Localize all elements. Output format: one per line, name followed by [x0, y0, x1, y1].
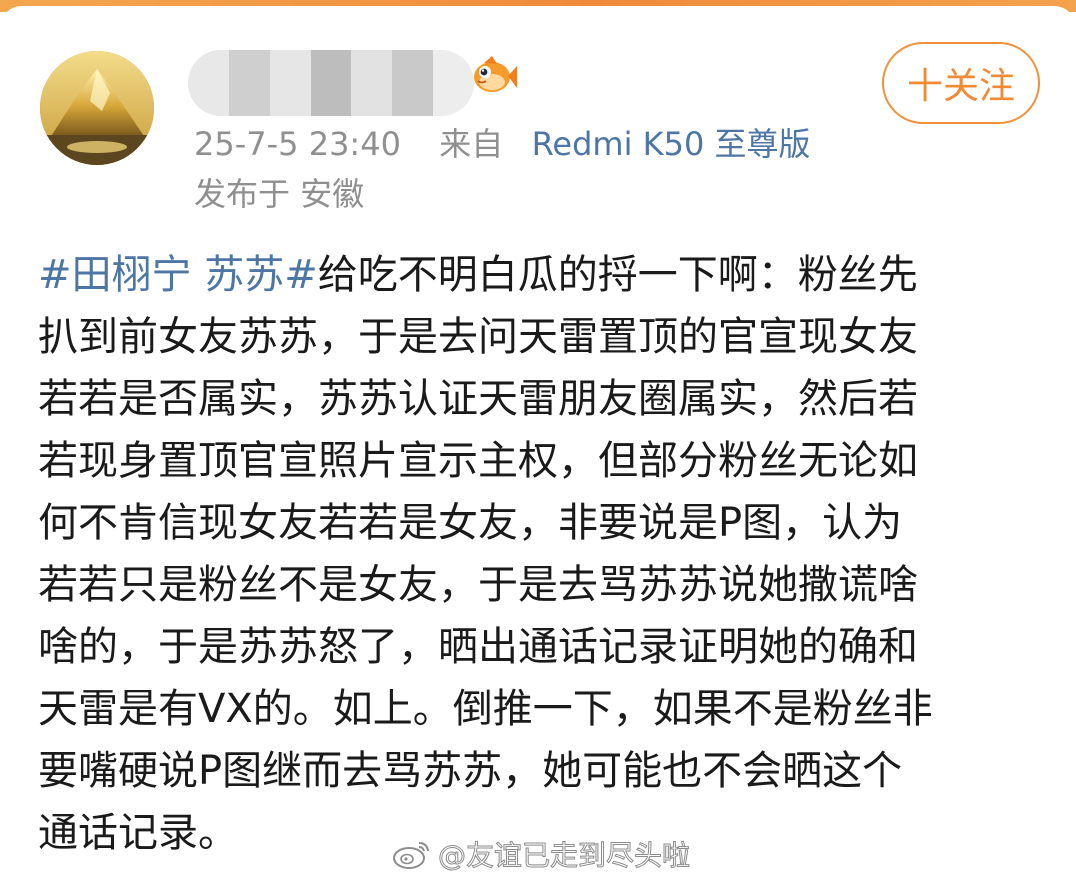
post-meta: 25-7-5 23:40 来自 Redmi K50 至尊版	[194, 122, 811, 166]
post-location: 发布于 安徽	[194, 175, 365, 213]
post-line: 若若是否属实，苏苏认证天雷朋友圈属实，然后若	[38, 376, 918, 422]
post-line: 天雷是有VX的。如上。倒推一下，如果不是粉丝非	[38, 686, 933, 732]
device-link[interactable]: Redmi K50 至尊版	[532, 125, 811, 163]
post-line: #田栩宁 苏苏#给吃不明白瓜的捋一下啊：粉丝先	[38, 252, 918, 298]
post-line: 扒到前女友苏苏，于是去问天雷置顶的官宣现女友	[38, 314, 918, 360]
post-content: #田栩宁 苏苏#给吃不明白瓜的捋一下啊：粉丝先 扒到前女友苏苏，于是去问天雷置顶…	[38, 244, 1048, 864]
source-prefix: 来自	[439, 125, 504, 163]
watermark-text: @友谊已走到尽头啦	[437, 839, 691, 873]
avatar[interactable]	[40, 51, 154, 165]
post-line: 啥的，于是苏苏怒了，晒出通话记录证明她的确和	[38, 624, 918, 670]
username-blurred[interactable]	[188, 50, 474, 116]
weibo-logo-icon	[393, 842, 429, 869]
post-time: 25-7-5 23:40	[194, 125, 401, 163]
post-line: 若若只是粉丝不是女友，于是去骂苏苏说她撒谎啥	[38, 562, 918, 608]
post-line: 何不肯信现女友若若是女友，非要说是P图，认为	[38, 500, 903, 546]
hashtag-link[interactable]: #田栩宁 苏苏#	[38, 252, 318, 298]
post-line: 若现身置顶官宣照片宣示主权，但部分粉丝无论如	[38, 438, 918, 484]
post-line: 要嘴硬说P图继而去骂苏苏，她可能也不会晒这个	[38, 748, 903, 794]
orange-fish-icon	[474, 56, 517, 92]
golden-mountain-avatar-icon	[40, 51, 154, 165]
follow-button[interactable]: 十关注	[882, 42, 1040, 124]
watermark: @友谊已走到尽头啦	[392, 834, 691, 874]
